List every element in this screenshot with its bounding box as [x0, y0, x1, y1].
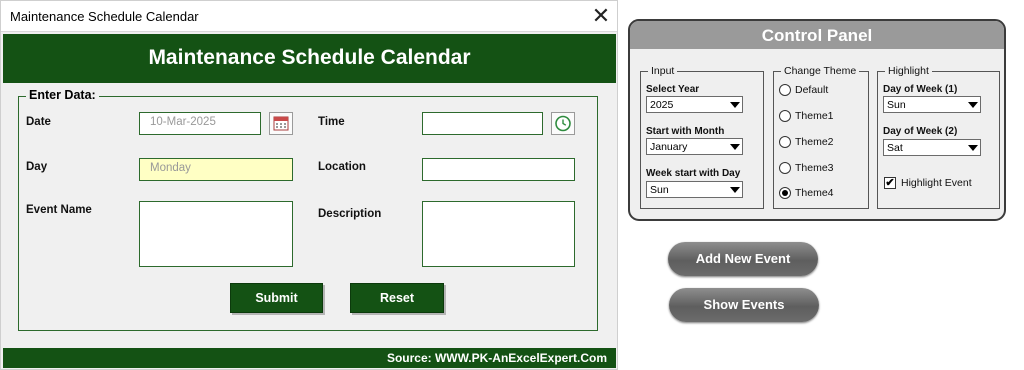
week-start-label: Week start with Day — [646, 168, 741, 179]
reset-button[interactable]: Reset — [350, 283, 444, 313]
window-title: Maintenance Schedule Calendar — [10, 9, 199, 24]
form-footer-bar: Source: WWW.PK-AnExcelExpert.Com — [3, 348, 616, 368]
input-group-legend: Input — [648, 65, 678, 77]
control-panel: Control Panel Input Select Year 2025 Sta… — [628, 19, 1006, 221]
calendar-icon — [273, 116, 289, 131]
theme4-radio[interactable] — [779, 187, 791, 199]
theme3-radio[interactable] — [779, 162, 791, 174]
location-label: Location — [318, 161, 366, 173]
form-header-title: Maintenance Schedule Calendar — [148, 46, 471, 69]
dow2-value: Sat — [887, 142, 903, 154]
time-label: Time — [318, 116, 345, 128]
calendar-picker-button[interactable] — [269, 112, 293, 135]
dow1-value: Sun — [887, 99, 906, 111]
day-label: Day — [26, 161, 48, 173]
week-start-dropdown[interactable]: Sun — [646, 181, 743, 198]
description-field[interactable] — [422, 201, 575, 267]
select-year-label: Select Year — [646, 84, 700, 95]
highlight-event-label[interactable]: Highlight Event — [901, 177, 972, 189]
day-field[interactable]: Monday — [139, 158, 293, 181]
event-name-label: Event Name — [26, 204, 92, 216]
theme4-label[interactable]: Theme4 — [795, 187, 834, 199]
date-field[interactable]: 10-Mar-2025 — [139, 112, 261, 135]
chevron-down-icon[interactable] — [728, 140, 741, 152]
highlight-group-legend: Highlight — [885, 65, 932, 77]
highlight-event-checkbox[interactable]: ✔ — [884, 177, 896, 189]
theme1-radio[interactable] — [779, 110, 791, 122]
theme-default-radio[interactable] — [779, 84, 791, 96]
theme3-label[interactable]: Theme3 — [795, 162, 834, 174]
submit-button[interactable]: Submit — [230, 283, 323, 313]
location-field[interactable] — [422, 158, 575, 181]
chevron-down-icon[interactable] — [728, 183, 741, 195]
window-title-bar: Maintenance Schedule Calendar ✕ — [1, 1, 617, 32]
start-month-label: Start with Month — [646, 126, 725, 137]
theme2-label[interactable]: Theme2 — [795, 136, 834, 148]
form-header-banner: Maintenance Schedule Calendar — [3, 34, 616, 83]
dow1-dropdown[interactable]: Sun — [883, 96, 981, 113]
dow1-label: Day of Week (1) — [883, 84, 958, 95]
week-start-value: Sun — [650, 184, 669, 196]
close-icon[interactable]: ✕ — [587, 3, 615, 29]
start-month-dropdown[interactable]: January — [646, 138, 743, 155]
theme-group-legend: Change Theme — [781, 65, 860, 77]
start-month-value: January — [650, 141, 688, 153]
date-label: Date — [26, 116, 51, 128]
chevron-down-icon[interactable] — [966, 98, 979, 110]
event-entry-dialog: Maintenance Schedule Calendar ✕ Maintena… — [0, 0, 618, 370]
time-picker-button[interactable] — [551, 112, 575, 135]
select-year-dropdown[interactable]: 2025 — [646, 96, 743, 113]
theme-default-label[interactable]: Default — [795, 84, 828, 96]
theme1-label[interactable]: Theme1 — [795, 110, 834, 122]
source-credit: Source: WWW.PK-AnExcelExpert.Com — [386, 351, 607, 365]
enter-data-legend: Enter Data: — [26, 88, 99, 102]
control-panel-header: Control Panel — [630, 21, 1004, 49]
theme2-radio[interactable] — [779, 136, 791, 148]
dow2-label: Day of Week (2) — [883, 126, 958, 137]
add-new-event-button[interactable]: Add New Event — [668, 242, 818, 276]
show-events-button[interactable]: Show Events — [669, 288, 819, 322]
clock-icon — [555, 115, 571, 132]
select-year-value: 2025 — [650, 99, 674, 111]
chevron-down-icon[interactable] — [966, 141, 979, 153]
control-panel-title: Control Panel — [761, 26, 873, 45]
chevron-down-icon[interactable] — [728, 98, 741, 110]
dow2-dropdown[interactable]: Sat — [883, 139, 981, 156]
time-field[interactable] — [422, 112, 543, 135]
description-label: Description — [318, 208, 382, 220]
event-name-field[interactable] — [139, 201, 293, 267]
